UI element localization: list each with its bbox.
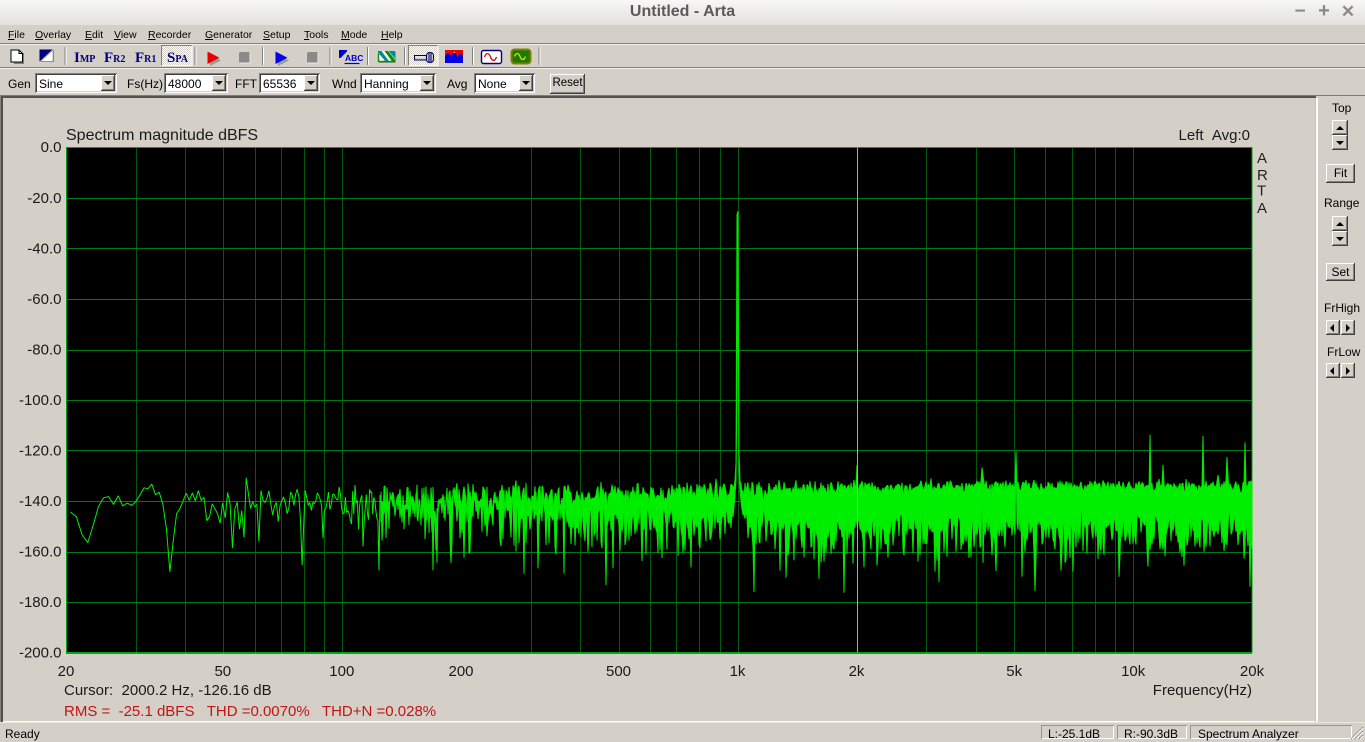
svg-text:-160.0: -160.0 [19, 544, 62, 561]
svg-text:1k: 1k [730, 663, 746, 680]
svg-text:A: A [1257, 150, 1267, 167]
svg-text:0.0: 0.0 [41, 139, 62, 156]
svg-text:Cursor: 2000.2 Hz, -126.16 dB: Cursor: 2000.2 Hz, -126.16 dB [64, 682, 272, 699]
svg-text:FR2: FR2 [104, 50, 125, 66]
svg-text:2k: 2k [849, 663, 865, 680]
svg-text:A: A [1257, 200, 1267, 217]
svg-text:RMS = -25.1 dBFS THD =0.007: RMS = -25.1 dBFS THD =0.0070% THD+N =0.0… [64, 703, 436, 720]
svg-text:-120.0: -120.0 [19, 443, 62, 460]
svg-text:Frequency(Hz): Frequency(Hz) [1153, 682, 1252, 699]
svg-text:-140.0: -140.0 [19, 493, 62, 510]
svg-text:Left Avg:0: Left Avg:0 [1179, 127, 1250, 144]
svg-text:R: R [1257, 167, 1268, 184]
svg-text:-80.0: -80.0 [27, 342, 61, 359]
svg-text:-180.0: -180.0 [19, 594, 62, 611]
svg-text:FR1: FR1 [135, 50, 156, 66]
svg-text:T: T [1257, 183, 1266, 200]
svg-text:20k: 20k [1240, 663, 1265, 680]
svg-text:5k: 5k [1006, 663, 1022, 680]
svg-text:ABC: ABC [345, 53, 363, 63]
svg-text:-20.0: -20.0 [27, 190, 61, 207]
svg-text:-100.0: -100.0 [19, 392, 62, 409]
svg-text:200: 200 [448, 663, 473, 680]
svg-text:20: 20 [58, 663, 75, 680]
svg-text:100: 100 [329, 663, 354, 680]
svg-text:Spectrum magnitude dBFS: Spectrum magnitude dBFS [66, 127, 258, 144]
svg-text:IMP: IMP [74, 50, 95, 66]
svg-text:50: 50 [214, 663, 231, 680]
svg-text:-40.0: -40.0 [27, 241, 61, 258]
svg-text:-200.0: -200.0 [19, 645, 62, 662]
svg-text:500: 500 [606, 663, 631, 680]
svg-text:-60.0: -60.0 [27, 291, 61, 308]
svg-text:10k: 10k [1121, 663, 1146, 680]
